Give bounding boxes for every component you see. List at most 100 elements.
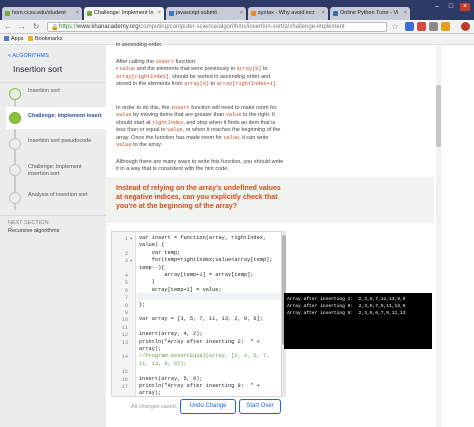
code-line[interactable]: array); <box>139 390 281 396</box>
inline-code: value <box>223 134 240 141</box>
code-line[interactable]: insert(array, 4, 2); <box>139 331 281 338</box>
question-text: Instead of relying on the array's undefi… <box>116 185 281 210</box>
text-run: function will need to make room for <box>189 105 277 111</box>
sidebar-step-insertion-sort[interactable]: Insertion sort <box>6 85 106 105</box>
code-line[interactable]: println("Array after inserting 9: " + <box>139 383 281 390</box>
code-line[interactable]: println("Array after inserting 2: " + <box>139 339 281 346</box>
line-number: 12 <box>121 332 128 339</box>
code-line[interactable]: var insert = function(array, rightIndex, <box>139 235 281 242</box>
step-progress-icon <box>9 192 21 204</box>
code-line[interactable]: insert(array, 5, 9); <box>139 376 281 383</box>
back-arrow-icon[interactable]: ← <box>3 22 13 32</box>
step-label: Analysis of insertion sort <box>28 192 88 198</box>
tab-3[interactable]: syntax - Why avoid incr × <box>248 7 328 20</box>
tab-4[interactable]: Online Python Tutor - Vi × <box>330 7 410 20</box>
step-label: Challenge: implement insert <box>28 113 102 119</box>
text-run: . <box>275 81 278 88</box>
code-line[interactable]: }; <box>139 302 281 309</box>
line-number: 7 <box>124 295 128 302</box>
text-run: by moving items that are greater than <box>131 112 226 119</box>
tab-label: javascript submit <box>176 10 217 16</box>
hint-consistency-paragraph: Although there are many ways to write th… <box>116 159 284 173</box>
extension-icon[interactable] <box>441 22 450 31</box>
code-line[interactable]: var array = [3, 5, 7, 11, 13, 2, 9, 6]; <box>139 316 281 323</box>
close-tab-icon[interactable]: × <box>240 7 243 20</box>
code-editor[interactable]: 1 ▾ var insert = function(array, rightInde… <box>111 231 282 397</box>
text-run: and the elements that were previously in <box>135 66 237 73</box>
url-scheme: https:// <box>59 24 78 30</box>
line-number: 9 <box>124 310 128 316</box>
line-number: 13 <box>121 339 128 346</box>
step-label: Insertion sort pseudocode <box>28 138 92 144</box>
apps-grid-icon <box>4 35 9 41</box>
inline-code: insert <box>155 59 175 65</box>
code-line[interactable]: //Program.assertEqual(array, [2, 3, 5, 7… <box>139 353 281 360</box>
page-favicon-icon <box>169 11 174 16</box>
challenge-content: in ascending order. After calling the in… <box>106 42 434 427</box>
inline-code: array[rightIndex+1] <box>216 81 276 88</box>
code-line[interactable]: array[temp+1] = array[temp]; <box>139 272 281 279</box>
back-to-algorithms-link[interactable]: < ALGORITHMS <box>8 53 49 59</box>
bookmark-apps[interactable]: Apps <box>4 34 24 45</box>
save-status: All changes saved. <box>131 404 178 410</box>
output-line: Array after inserting 9: 2,3,5,7,9,11,13… <box>287 304 406 309</box>
step-progress-icon <box>9 164 21 176</box>
tab-2[interactable]: javascript submit × <box>166 7 246 20</box>
menu-icon[interactable] <box>461 22 470 31</box>
reload-icon[interactable]: ↻ <box>31 22 41 32</box>
url-host: www.khanacademy.org <box>77 24 139 30</box>
sidebar-step-challenge-sort[interactable]: Challenge: Implement insertion sort <box>6 161 106 181</box>
tab-label: syntax - Why avoid incr <box>258 10 315 16</box>
address-bar[interactable]: 🔒 https://www.khanacademy.org/computing/… <box>47 22 387 32</box>
line-number: 11 <box>121 324 128 331</box>
code-line[interactable]: var temp; <box>139 250 281 257</box>
khan-favicon-icon <box>87 11 92 16</box>
tutorial-sidebar: < ALGORITHMS Insertion sort Insertion so… <box>0 45 106 427</box>
close-tab-icon[interactable]: × <box>404 7 407 20</box>
close-tab-icon[interactable]: × <box>322 7 325 20</box>
tab-0[interactable]: hom.ccsu.edu/student × <box>2 7 82 20</box>
next-section-link[interactable]: Recursive algorithms <box>8 228 59 234</box>
after-calling-paragraph: After calling the insert function: • valu… <box>116 59 284 89</box>
code-line[interactable]: array[temp+1] = value; <box>139 287 281 294</box>
close-tab-icon[interactable]: × <box>158 7 161 20</box>
line-number: 14 <box>121 354 128 361</box>
tab-1[interactable]: Challenge: Implement In × <box>84 7 164 20</box>
output-line: Array after inserting 6: 2,3,5,6,7,9,11,… <box>287 311 406 316</box>
forward-arrow-icon[interactable]: → <box>17 22 27 32</box>
code-line[interactable]: array); <box>139 346 281 353</box>
page-favicon-icon <box>5 11 10 16</box>
line-number: 17 <box>121 384 128 390</box>
close-tab-icon[interactable]: × <box>76 7 79 20</box>
divider <box>0 215 106 216</box>
scroll-thumb[interactable] <box>436 85 441 147</box>
page-scrollbar[interactable] <box>434 45 474 427</box>
code-line[interactable]: 11, 13, 9, 6]); <box>139 361 281 368</box>
close-window-icon[interactable]: × <box>460 3 470 11</box>
extension-icon[interactable] <box>429 22 438 31</box>
text-run: to the array. <box>131 142 163 149</box>
minimize-icon[interactable]: – <box>432 3 442 11</box>
code-line[interactable]: } <box>139 279 281 286</box>
undo-change-button[interactable]: Undo Change <box>180 399 236 414</box>
star-icon <box>28 35 33 41</box>
fold-toggle-icon[interactable]: ▾ <box>130 236 132 242</box>
code-line[interactable]: value) { <box>139 242 281 249</box>
text-run: In order to do this, the <box>116 105 172 111</box>
sidebar-step-pseudocode[interactable]: Insertion sort pseudocode <box>6 135 106 155</box>
extension-icon[interactable] <box>417 22 426 31</box>
sidebar-step-challenge-insert[interactable]: Challenge: implement insert <box>6 107 106 129</box>
maximize-icon[interactable]: □ <box>446 3 456 11</box>
code-line[interactable]: temp--){ <box>139 265 281 272</box>
inline-code: value <box>167 127 183 134</box>
bookmark-star-icon[interactable]: ☆ <box>390 22 400 32</box>
step-label: Challenge: Implement insertion sort <box>28 164 82 177</box>
start-over-button[interactable]: Start Over <box>239 399 281 414</box>
sidebar-step-analysis[interactable]: Analysis of insertion sort <box>6 189 106 209</box>
code-line[interactable]: for(temp=rightIndex;value<array[temp]; <box>139 257 281 264</box>
bookmark-folder[interactable]: Bookmarks <box>28 34 63 45</box>
program-output-canvas: Array after inserting 2: 2,3,5,7,11,13,9… <box>284 293 432 349</box>
fold-toggle-icon[interactable]: ▾ <box>130 258 132 264</box>
inline-code: array[0] <box>236 66 262 73</box>
extension-icon[interactable] <box>405 22 414 31</box>
